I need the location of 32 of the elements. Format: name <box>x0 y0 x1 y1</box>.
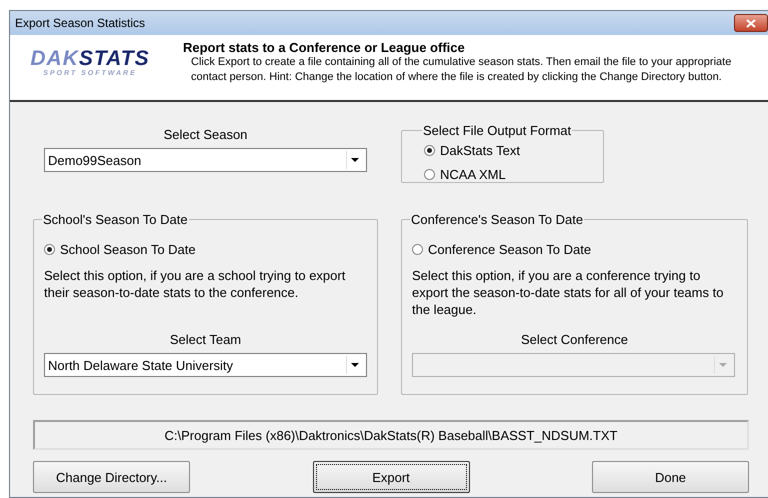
logo-wordmark: DAKSTATS <box>30 48 150 70</box>
radio-button[interactable] <box>424 144 435 156</box>
group-title: Conference's Season To Date <box>410 212 584 227</box>
group-title: Select File Output Format <box>422 123 572 138</box>
file-path-field: C:\Program Files (x86)\Daktronics\DakStats(R) Baseball\BASST_NDSUM.TXT <box>33 420 749 450</box>
close-button[interactable] <box>734 14 768 32</box>
group-title: School's Season To Date <box>42 212 189 227</box>
description-text: Select this option, if you are a conference trying to export the season-to-date stats for all of your teams to the league. <box>412 267 724 318</box>
caret-icon <box>351 363 359 367</box>
team-dropdown[interactable]: North Delaware State University <box>44 353 367 377</box>
radio-label[interactable]: School Season To Date <box>60 242 196 256</box>
radio-label[interactable]: NCAA XML <box>440 166 506 182</box>
radio-button[interactable] <box>412 244 423 254</box>
window-title: Export Season Statistics <box>15 16 146 30</box>
header-description: contact person. Hint: Change the location of where the file is created by clicking the Change Directory button. <box>191 70 723 85</box>
close-icon <box>746 18 756 28</box>
radio-button[interactable] <box>44 244 55 254</box>
dialog-button[interactable]: Done <box>592 461 749 493</box>
field-label: Select Season <box>164 127 248 144</box>
header-description: Click Export to create a file containing all of the cumulative season stats. Then email the file to your appropriate <box>191 55 732 70</box>
header-title: Report stats to a Conference or League office <box>183 40 466 55</box>
caret-icon <box>351 158 359 162</box>
field-label: Select Team <box>170 332 242 349</box>
dialog-button[interactable]: Change Directory... <box>33 461 190 493</box>
radio-label[interactable]: DakStats Text <box>440 142 520 158</box>
season-dropdown[interactable]: Demo99Season <box>44 148 367 172</box>
caret-icon <box>719 363 727 367</box>
field-label: Select Conference <box>521 332 628 349</box>
radio-button[interactable] <box>424 168 435 180</box>
description-text: Select this option, if you are a school trying to export their season-to-date stats to the conference. <box>44 267 346 301</box>
dialog-button[interactable]: Export <box>312 461 470 493</box>
radio-label[interactable]: Conference Season To Date <box>428 242 592 256</box>
